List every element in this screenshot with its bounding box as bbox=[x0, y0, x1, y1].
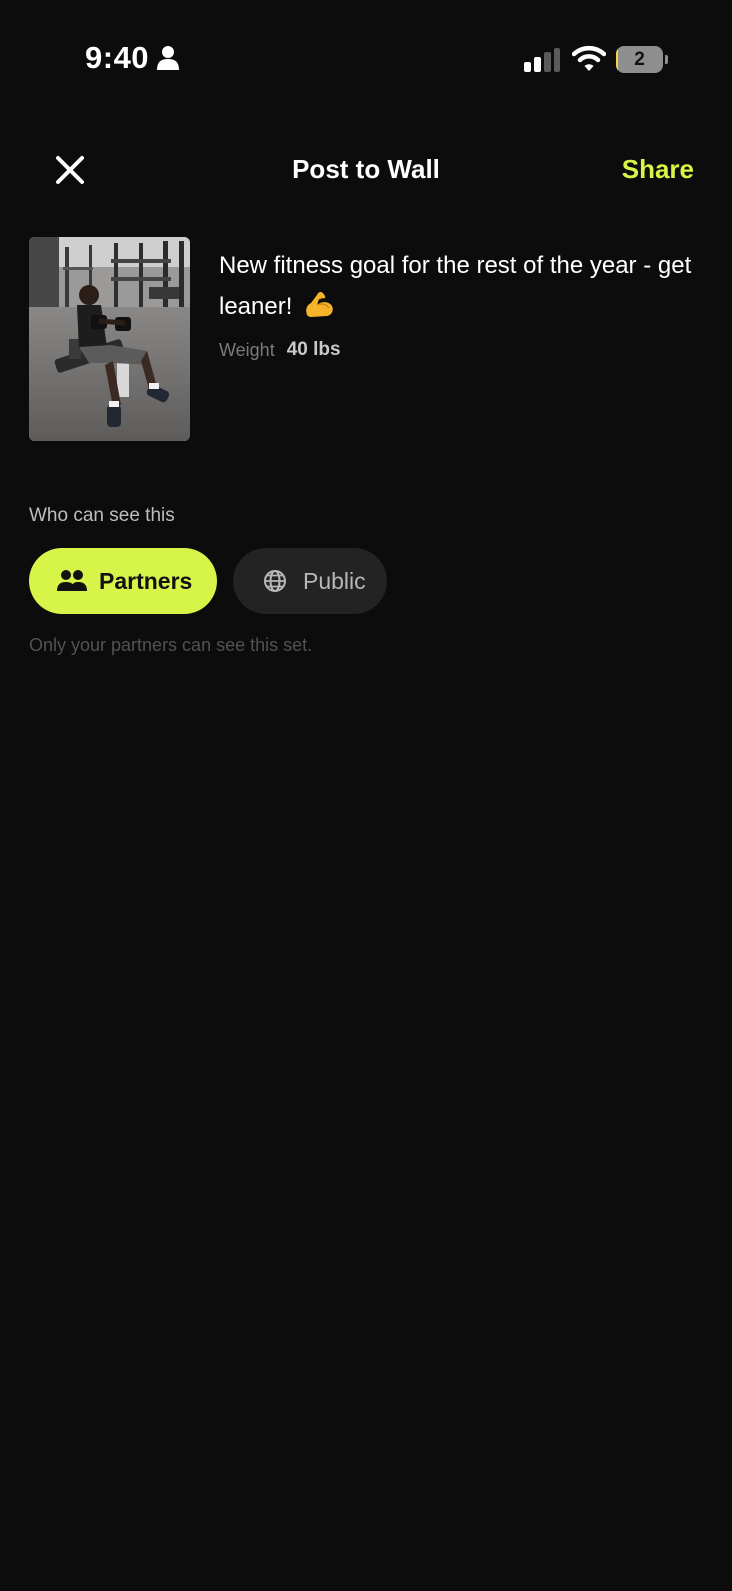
public-option-button[interactable]: Public bbox=[233, 548, 387, 614]
public-option-label: Public bbox=[303, 567, 366, 594]
post-image[interactable] bbox=[29, 237, 190, 441]
partners-option-button[interactable]: Partners bbox=[29, 548, 217, 614]
weight-value: 40 lbs bbox=[286, 339, 341, 360]
person-icon bbox=[157, 46, 180, 70]
gym-photo bbox=[29, 237, 190, 441]
weight-label: Weight bbox=[219, 339, 275, 360]
visibility-options: Partners Public bbox=[29, 548, 387, 614]
people-icon bbox=[57, 570, 87, 591]
cellular-signal-icon bbox=[524, 48, 560, 72]
visibility-label: Who can see this bbox=[29, 505, 175, 526]
globe-icon bbox=[264, 570, 286, 592]
visibility-hint: Only your partners can see this set. bbox=[29, 635, 313, 655]
post-preview: New fitness goal for the rest of the yea… bbox=[29, 237, 709, 442]
battery-level: 2 bbox=[634, 49, 645, 70]
status-bar: 9:40 2 bbox=[0, 0, 732, 120]
status-time: 9:40 bbox=[85, 40, 180, 76]
status-time-text: 9:40 bbox=[85, 40, 150, 75]
wifi-icon bbox=[572, 45, 606, 71]
post-to-wall-screen: 9:40 2 Post to Wall Share New fitness go… bbox=[0, 0, 732, 1591]
partners-option-label: Partners bbox=[99, 567, 193, 594]
flexed-biceps-icon bbox=[306, 291, 333, 317]
nav-bar: Post to Wall Share bbox=[0, 140, 732, 200]
post-caption-text: New fitness goal for the rest of the yea… bbox=[219, 252, 692, 320]
battery-body: 2 bbox=[616, 46, 663, 73]
share-button[interactable]: Share bbox=[622, 154, 694, 185]
battery-icon: 2 bbox=[616, 46, 668, 73]
battery-cap bbox=[665, 55, 668, 64]
post-meta: Weight 40 lbs bbox=[219, 339, 341, 361]
post-caption: New fitness goal for the rest of the yea… bbox=[219, 245, 699, 327]
